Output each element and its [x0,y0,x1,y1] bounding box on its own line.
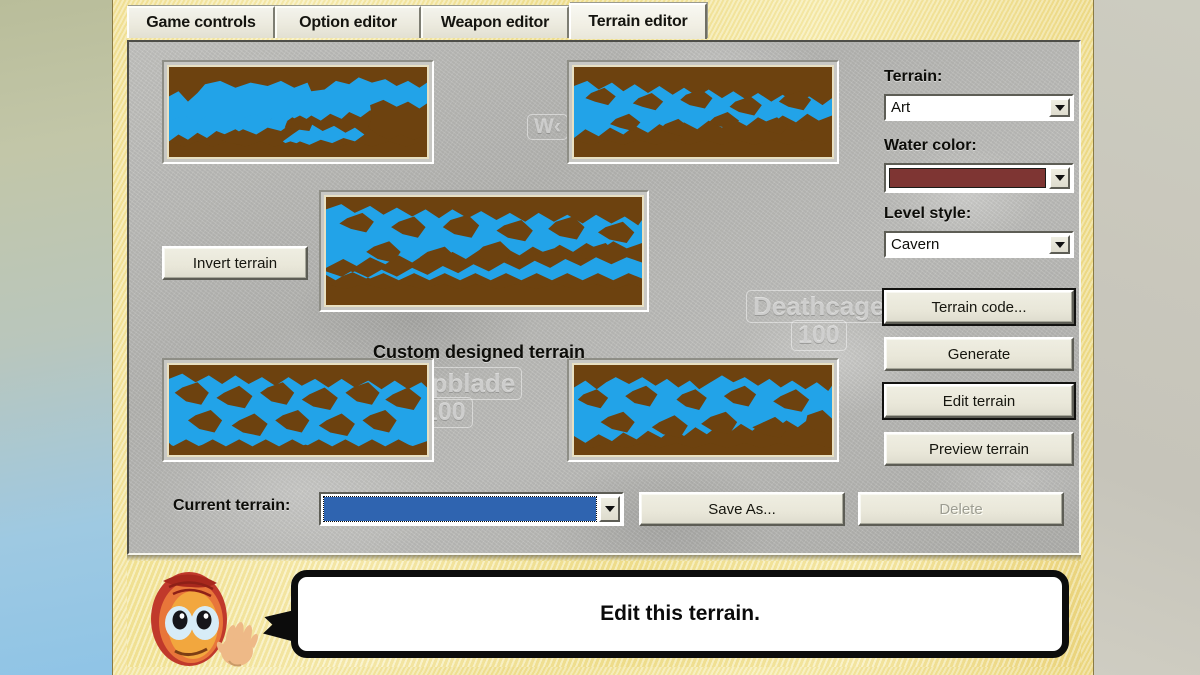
delete-button[interactable]: Delete [858,492,1064,526]
level-style-label: Level style: [884,205,972,222]
generate-label: Generate [947,345,1011,363]
current-terrain-dropdown[interactable] [319,492,624,526]
save-as-button[interactable]: Save As... [639,492,845,526]
terrain-map-top-right [574,67,832,157]
game-background-right [1094,0,1200,675]
chevron-down-icon[interactable] [599,496,620,522]
worm-avatar [151,572,258,667]
terrain-preview-surface [572,363,834,457]
water-color-label: Water color: [884,137,977,154]
terrain-preview-surface [324,195,644,307]
level-style-dropdown[interactable]: Cavern [884,231,1074,258]
tab-label: Weapon editor [440,14,550,31]
preview-terrain-button[interactable]: Preview terrain [884,432,1074,466]
terrain-thumb-top-right[interactable] [567,60,839,164]
preview-terrain-label: Preview terrain [928,440,1030,458]
terrain-thumb-top-left[interactable] [162,60,434,164]
screen: Game controls Option editor Weapon edito… [0,0,1200,675]
save-as-label: Save As... [708,500,776,518]
speech-bubble: Edit this terrain. [291,570,1069,658]
level-style-dropdown-value: Cavern [891,236,940,253]
tab-terrain-editor[interactable]: Terrain editor [569,3,707,39]
terrain-code-button[interactable]: Terrain code... [882,288,1076,326]
tab-option-editor[interactable]: Option editor [275,6,421,38]
invert-terrain-button[interactable]: Invert terrain [162,246,308,280]
terrain-select-label: Terrain: [884,68,943,85]
terrain-code-label: Terrain code... [931,298,1027,316]
terrain-thumb-bottom-left[interactable] [162,358,434,462]
edit-terrain-button[interactable]: Edit terrain [882,382,1076,420]
terrain-dropdown-value: Art [891,99,911,116]
terrain-map-center [326,197,642,305]
chevron-down-icon[interactable] [1049,98,1070,117]
tab-label: Game controls [146,14,256,31]
custom-terrain-caption: Custom designed terrain [373,342,586,362]
speech-bar: Edit this terrain. [127,561,1081,667]
terrain-editor-window: Game controls Option editor Weapon edito… [112,0,1094,675]
terrain-thumb-center[interactable] [319,190,649,312]
speech-bubble-text: Edit this terrain. [600,602,760,625]
current-terrain-selection [323,496,597,522]
tab-weapon-editor[interactable]: Weapon editor [421,6,569,38]
generate-button[interactable]: Generate [884,337,1074,371]
current-terrain-label: Current terrain: [173,497,291,514]
water-color-dropdown[interactable] [884,163,1074,193]
terrain-preview-surface [167,65,429,159]
terrain-preview-surface [572,65,834,159]
terrain-map-bottom-left [169,365,427,455]
tab-game-controls[interactable]: Game controls [127,6,275,38]
terrain-map-top-left [169,67,427,157]
game-background-left [0,0,112,675]
tab-label: Option editor [299,14,397,31]
water-color-swatch [889,168,1046,188]
tab-label: Terrain editor [588,13,688,30]
terrain-dropdown[interactable]: Art [884,94,1074,121]
terrain-preview-surface [167,363,429,457]
tab-strip: Game controls Option editor Weapon edito… [113,0,1095,40]
edit-terrain-label: Edit terrain [942,392,1016,410]
terrain-editor-panel: W‹ Deathcage 100 epblade 100 Custom desi… [127,40,1081,555]
terrain-map-bottom-right [574,365,832,455]
delete-label: Delete [939,500,983,518]
chevron-down-icon[interactable] [1049,235,1070,254]
terrain-thumb-bottom-right[interactable] [567,358,839,462]
invert-terrain-label: Invert terrain [192,254,278,272]
chevron-down-icon[interactable] [1049,167,1070,189]
